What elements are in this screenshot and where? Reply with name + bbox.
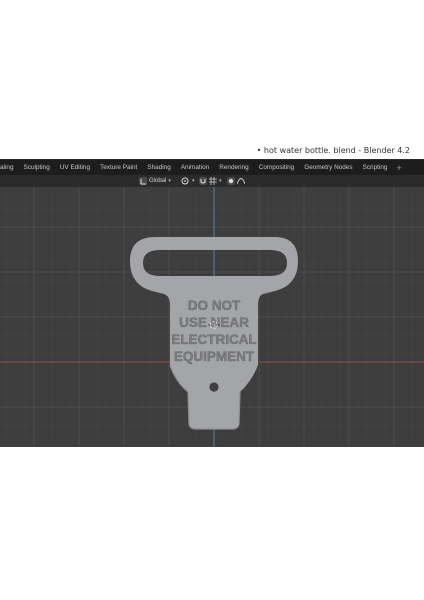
tab-geometry-nodes[interactable]: Geometry Nodes	[299, 160, 357, 176]
tag-hole	[209, 382, 219, 392]
transform-orientation-dropdown[interactable]: Global ▾	[139, 177, 171, 185]
tab-sculpting[interactable]: Sculpting	[19, 160, 55, 176]
chevron-down-icon: ▾	[168, 178, 171, 184]
orientation-axes-icon	[139, 177, 147, 185]
tab-shading[interactable]: Shading	[142, 160, 175, 176]
pivot-point-dropdown[interactable]: ▾	[181, 177, 195, 185]
tab-scripting[interactable]: Scripting	[358, 160, 393, 176]
tab-modeling[interactable]: aling	[0, 160, 19, 176]
tab-compositing[interactable]: Compositing	[254, 160, 300, 176]
add-workspace-button[interactable]: +	[392, 160, 405, 176]
tab-uv-editing[interactable]: UV Editing	[55, 160, 95, 176]
workspace-tabs: aling Sculpting UV Editing Texture Paint…	[0, 160, 406, 176]
snap-toggle[interactable]	[199, 177, 207, 185]
window-title: • hot water bottle. blend - Blender 4.2	[256, 146, 410, 155]
chevron-down-icon: ▾	[219, 178, 222, 184]
window-title-bar: • hot water bottle. blend - Blender 4.2	[0, 145, 424, 159]
magnet-icon	[199, 177, 207, 185]
snap-target-dropdown[interactable]: ▾	[209, 177, 222, 185]
tab-texture-paint[interactable]: Texture Paint	[95, 160, 142, 176]
chevron-down-icon: ▾	[192, 178, 195, 184]
tag-text-line-1: DO NOT	[188, 298, 241, 313]
tag-text-line-2: USE NEAR	[179, 315, 249, 330]
viewport-canvas[interactable]: DO NOT USE NEAR ELECTRICAL EQUIPMENT	[0, 187, 424, 447]
viewport-header: Global ▾ ▾ ▾	[0, 175, 424, 187]
3d-viewport[interactable]: DO NOT USE NEAR ELECTRICAL EQUIPMENT	[0, 187, 424, 447]
orientation-label: Global	[149, 178, 167, 184]
tag-text-line-4: EQUIPMENT	[174, 349, 255, 364]
proportional-edit-toggle[interactable]	[227, 177, 246, 185]
proportional-edit-icon	[227, 177, 235, 185]
tag-text-line-3: ELECTRICAL	[171, 332, 257, 347]
tab-rendering[interactable]: Rendering	[214, 160, 254, 176]
